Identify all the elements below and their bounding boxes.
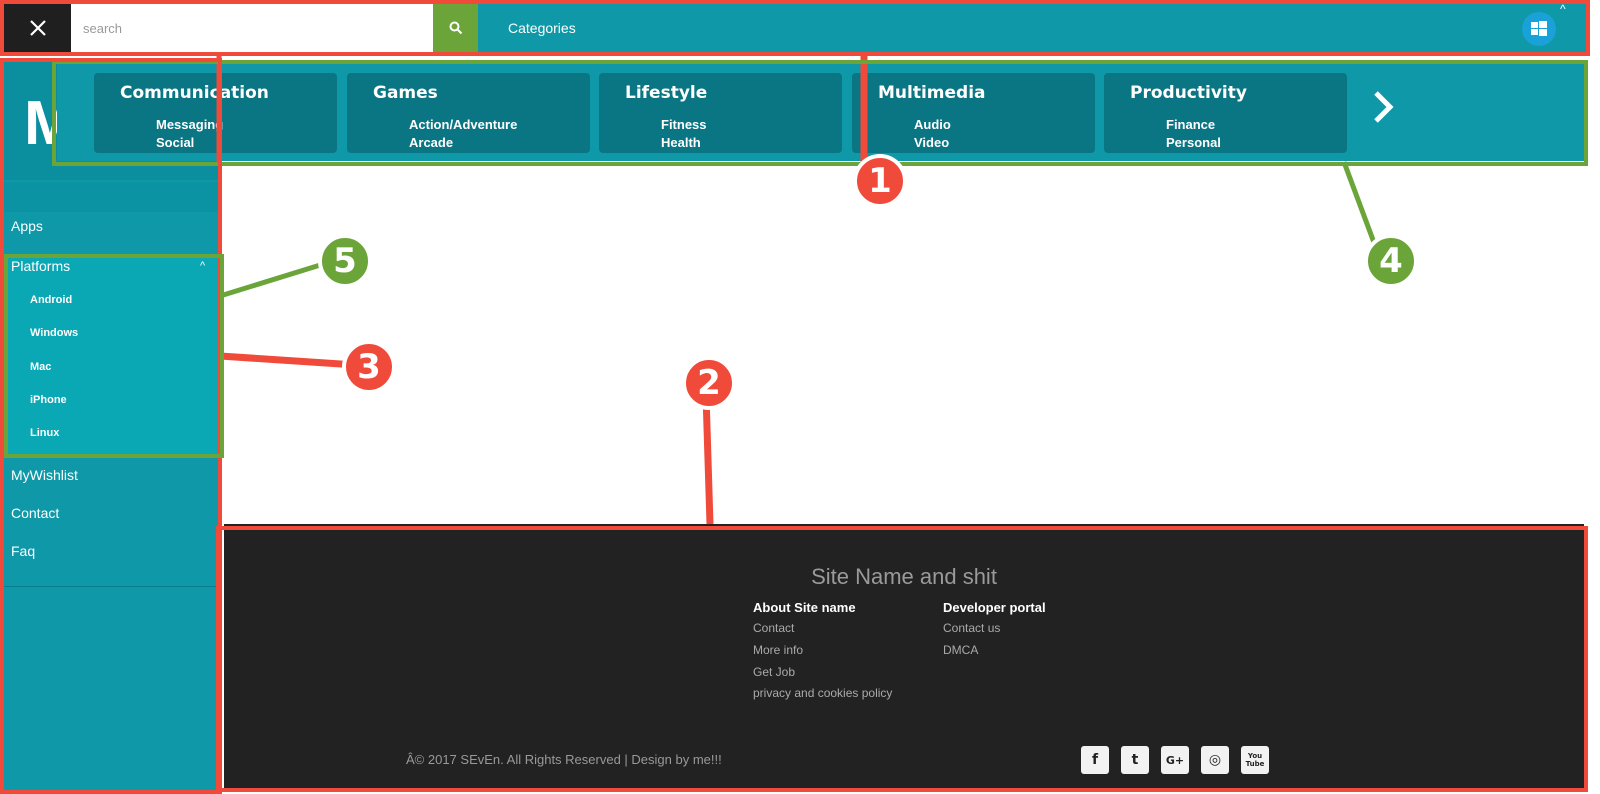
annotation-badge-3: 3 — [342, 340, 396, 394]
annotation-badge-1: 1 — [853, 154, 907, 208]
annotation-badge-4: 4 — [1364, 234, 1418, 288]
annotation-lines — [216, 52, 1379, 525]
annotation-badge-5: 5 — [318, 234, 372, 288]
annotation-badge-2: 2 — [682, 356, 736, 410]
